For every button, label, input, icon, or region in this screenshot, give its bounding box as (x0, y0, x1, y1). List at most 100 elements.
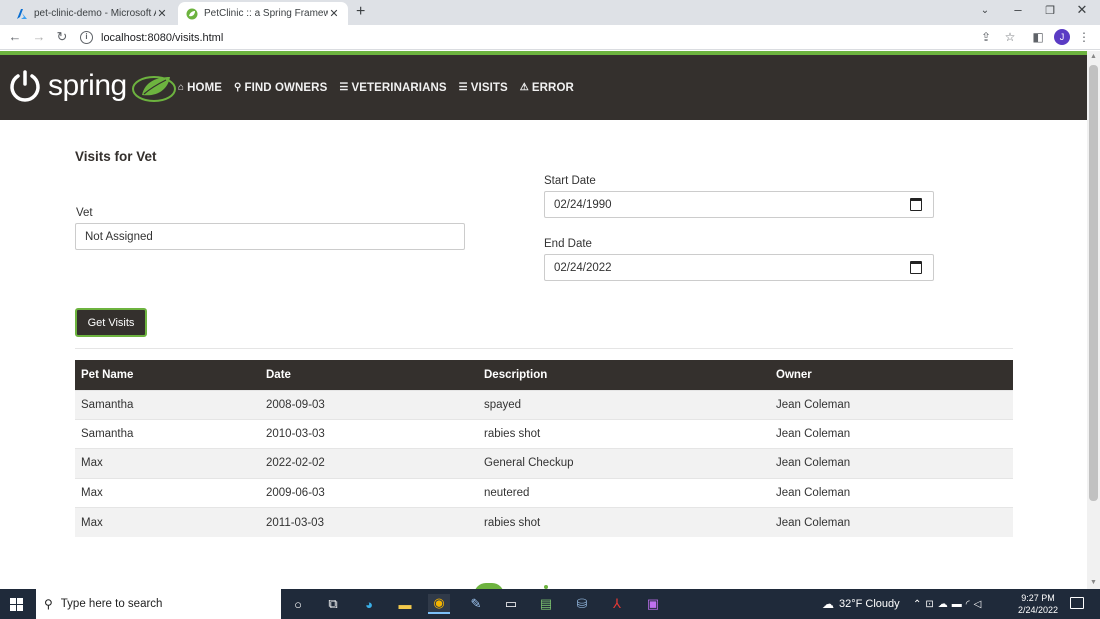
tab-search-chevron-icon[interactable]: ⌄ (975, 5, 995, 16)
cell-description: General Checkup (478, 448, 770, 479)
terminal-icon[interactable]: ▭ (500, 594, 522, 614)
end-date-label: End Date (544, 238, 592, 250)
profile-avatar[interactable]: J (1054, 29, 1070, 45)
column-header-description: Description (478, 360, 770, 390)
tab-title: pet-clinic-demo - Microsoft Azure (34, 8, 156, 19)
nav-error[interactable]: ⚠ ERROR (520, 82, 574, 94)
vet-label: Vet (76, 207, 93, 219)
visits-table: Pet Name Date Description Owner Samantha… (75, 360, 1013, 537)
cell-pet-name: Max (75, 448, 260, 479)
close-window-icon[interactable]: ✕ (1072, 2, 1092, 18)
page-scrollbar[interactable]: ▲ ▼ (1087, 51, 1100, 589)
intellij-icon[interactable]: ▣ (642, 594, 664, 614)
cell-owner: Jean Coleman (770, 418, 1013, 449)
restore-icon[interactable]: ❐ (1040, 4, 1060, 17)
close-tab-icon[interactable]: ✕ (156, 7, 168, 20)
cell-description: neutered (478, 477, 770, 508)
spring-logo[interactable]: spring (8, 69, 178, 103)
home-icon: ⌂ (178, 82, 185, 93)
end-date-input[interactable]: 02/24/2022 (544, 254, 934, 281)
nav-veterinarians[interactable]: ☰ VETERINARIANS (339, 82, 446, 94)
minimize-icon[interactable]: – (1008, 2, 1028, 17)
spring-leaf-icon (186, 8, 198, 19)
nav-find-owners[interactable]: ⚲ FIND OWNERS (234, 82, 327, 94)
cell-owner: Jean Coleman (770, 507, 1013, 537)
database-icon[interactable]: ⛁ (571, 594, 593, 614)
calendar-icon[interactable] (910, 261, 922, 274)
battery-icon[interactable]: ▬ (952, 599, 966, 610)
forward-icon[interactable]: → (30, 29, 48, 44)
windows-start-icon[interactable] (10, 598, 23, 611)
reload-icon[interactable]: ↻ (53, 29, 71, 45)
cell-description: spayed (478, 389, 770, 420)
cell-pet-name: Max (75, 477, 260, 508)
start-date-value: 02/24/1990 (554, 198, 612, 211)
system-tray: ⌃ ⊡ ☁ ▬ ◜ ◁ (913, 589, 985, 619)
nav-visits[interactable]: ☰ VISITS (459, 82, 508, 94)
nav-label: FIND OWNERS (244, 81, 328, 94)
cell-description: rabies shot (478, 418, 770, 449)
calendar-icon[interactable] (910, 198, 922, 211)
file-explorer-icon[interactable]: ▬ (394, 594, 416, 614)
logo-wordmark: spring (48, 69, 127, 102)
task-view-icon[interactable]: ⧉ (322, 594, 344, 614)
cell-date: 2010-03-03 (260, 418, 478, 449)
tab-azure[interactable]: pet-clinic-demo - Microsoft Azure ✕ (8, 2, 176, 25)
acrobat-icon[interactable]: ⅄ (606, 594, 628, 614)
azure-icon (17, 8, 27, 19)
share-icon[interactable]: ⇪ (978, 30, 994, 44)
menu-kebab-icon[interactable]: ⋮ (1076, 30, 1092, 44)
nav-label: HOME (187, 81, 223, 94)
close-tab-icon[interactable]: ✕ (328, 7, 340, 20)
start-date-label: Start Date (544, 175, 596, 187)
divider (75, 348, 1013, 349)
url-text: localhost:8080/visits.html (101, 31, 224, 44)
volume-icon[interactable]: ◁ (974, 599, 986, 610)
taskbar-search-box[interactable]: ⚲ Type here to search (36, 589, 281, 619)
info-icon[interactable]: i (80, 31, 93, 44)
clock-date: 2/24/2022 (1017, 605, 1059, 615)
wifi-icon[interactable]: ◜ (966, 599, 974, 610)
side-panel-icon[interactable]: ◧ (1030, 30, 1046, 44)
start-date-input[interactable]: 02/24/1990 (544, 191, 934, 218)
windows-taskbar: ⚲ Type here to search ○ ⧉ ◕ ▬ ◉ ✎ ▭ ▤ ⛁ … (0, 589, 1100, 619)
chrome-icon[interactable]: ◉ (428, 594, 450, 614)
clock-time: 9:27 PM (1021, 593, 1055, 603)
bookmark-star-icon[interactable]: ☆ (1002, 30, 1018, 44)
tab-petclinic[interactable]: PetClinic :: a Spring Framework demonstr… (178, 2, 348, 25)
tray-app-icon[interactable]: ⊡ (925, 599, 937, 610)
notepad-icon[interactable]: ▤ (535, 594, 557, 614)
notification-icon[interactable] (1070, 597, 1084, 609)
warning-icon: ⚠ (519, 82, 529, 93)
spring-power-icon (10, 70, 40, 102)
get-visits-button[interactable]: Get Visits (75, 308, 147, 337)
taskbar-clock[interactable]: 9:27 PM 2/24/2022 (1016, 592, 1060, 616)
cell-description: rabies shot (478, 507, 770, 537)
edge-icon[interactable]: ◕ (358, 594, 380, 614)
table-row: Max 2022-02-02 General Checkup Jean Cole… (75, 448, 1013, 479)
scroll-up-arrow-icon[interactable]: ▲ (1087, 51, 1100, 63)
taskbar-search-placeholder: Type here to search (60, 598, 163, 610)
cell-date: 2011-03-03 (260, 507, 478, 537)
weather-widget[interactable]: ☁ 32°F Cloudy (822, 589, 900, 619)
site-navbar: spring ⌂ HOME ⚲ FIND OWNERS ☰ VETERINARI… (0, 55, 1087, 120)
main-nav: ⌂ HOME ⚲ FIND OWNERS ☰ VETERINARIANS ☰ V… (178, 55, 586, 120)
nav-home[interactable]: ⌂ HOME (178, 82, 222, 94)
list-icon: ☰ (458, 82, 468, 93)
app-icon[interactable]: ✎ (465, 594, 487, 614)
table-row: Max 2011-03-03 rabies shot Jean Coleman (75, 507, 1013, 537)
tray-chevron-icon[interactable]: ⌃ (913, 599, 925, 610)
cell-pet-name: Max (75, 507, 260, 537)
column-header-date: Date (260, 360, 478, 390)
address-bar[interactable]: i localhost:8080/visits.html (80, 28, 960, 47)
weather-text: 32°F Cloudy (839, 598, 900, 610)
scroll-down-arrow-icon[interactable]: ▼ (1087, 577, 1100, 589)
new-tab-icon[interactable]: + (356, 3, 365, 21)
vet-select[interactable]: Not Assigned (75, 223, 465, 250)
cell-owner: Jean Coleman (770, 477, 1013, 508)
cortana-icon[interactable]: ○ (287, 594, 309, 614)
onedrive-icon[interactable]: ☁ (938, 599, 952, 610)
cell-date: 2008-09-03 (260, 389, 478, 420)
back-icon[interactable]: ← (6, 29, 24, 44)
scrollbar-thumb[interactable] (1089, 65, 1098, 501)
